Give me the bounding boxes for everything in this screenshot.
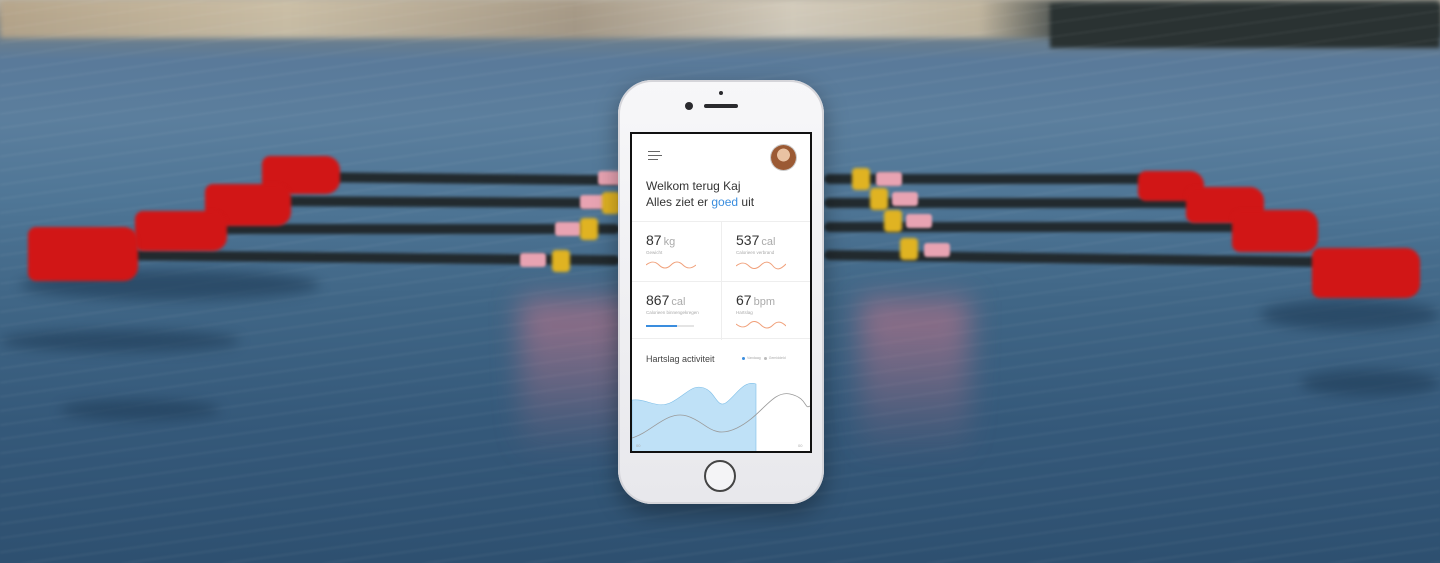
oar-collar	[555, 222, 581, 236]
calories-burned-sparkline	[736, 261, 786, 270]
activity-title: Hartslag activiteit	[646, 354, 715, 364]
stat-label: Hartslag	[736, 310, 753, 315]
oar-gate	[900, 238, 918, 260]
stat-card-heart-rate[interactable]: 67 bpm Hartslag	[721, 281, 810, 340]
ripple	[0, 330, 240, 352]
greeting-line-1: Welkom terug Kaj	[646, 179, 741, 193]
ripple	[60, 400, 220, 420]
oar-gate	[552, 250, 570, 272]
heart-rate-sparkline	[736, 321, 786, 329]
oar-gate	[852, 168, 870, 190]
chart-axis-start: 00	[636, 443, 641, 448]
greeting-prefix: Alles ziet er	[646, 195, 712, 209]
oar-blade	[28, 227, 138, 281]
weight-sparkline	[646, 261, 696, 269]
phone-speaker	[704, 104, 738, 108]
stat-value: 67 bpm	[736, 292, 775, 308]
stat-card-weight[interactable]: 87 kg Gewicht	[632, 222, 721, 281]
ripple	[1260, 300, 1440, 330]
oar-collar	[876, 172, 902, 186]
phone-sensor	[719, 91, 723, 95]
legend-average: Gemiddeld	[768, 356, 786, 360]
user-avatar[interactable]	[771, 145, 796, 170]
chart-legend: Vandaag Gemiddeld	[740, 356, 786, 360]
legend-dot-today	[742, 356, 745, 360]
oar-blade	[135, 211, 227, 251]
ripple	[1300, 370, 1440, 396]
hamburger-menu-icon[interactable]	[648, 151, 662, 161]
stats-grid: 87 kg Gewicht 537 cal Calorieen verbrand 8…	[632, 221, 810, 340]
oar-collar	[520, 253, 546, 267]
reflection	[860, 300, 970, 460]
oar-shaft	[249, 196, 621, 208]
stat-card-calories-intake[interactable]: 867 cal Calorieen binnengekregen	[632, 281, 721, 340]
stat-value: 87 kg	[646, 232, 676, 248]
home-button[interactable]	[704, 460, 736, 492]
calories-progress-fill	[646, 325, 678, 327]
oar-blade	[1312, 248, 1420, 298]
greeting-suffix: uit	[738, 195, 755, 209]
oar-gate	[580, 218, 598, 240]
chart-axis-end: 00	[798, 443, 803, 448]
oar-collar	[906, 214, 932, 228]
stat-value: 867 cal	[646, 292, 686, 308]
calories-progress-bar	[646, 325, 694, 327]
stat-card-calories-burned[interactable]: 537 cal Calorieen verbrand	[721, 222, 810, 281]
oar-collar	[892, 192, 918, 206]
legend-today: Vandaag	[747, 356, 761, 360]
welcome-message: Welkom terug Kaj Alles ziet er goed uit	[646, 178, 806, 210]
oar-gate	[870, 188, 888, 210]
stat-label: Calorieen verbrand	[736, 250, 775, 255]
app-screen: Welkom terug Kaj Alles ziet er goed uit …	[630, 132, 812, 453]
heart-rate-chart[interactable]	[632, 380, 810, 453]
greeting-line-2: Alles ziet er goed uit	[646, 194, 806, 210]
oar-collar	[924, 243, 950, 257]
phone-camera	[685, 102, 693, 110]
oar-gate	[884, 210, 902, 232]
app-header	[632, 134, 810, 172]
greeting-accent: goed	[711, 195, 739, 209]
stat-label: Calorieen binnengekregen	[646, 310, 699, 315]
phone-mockup: Welkom terug Kaj Alles ziet er goed uit …	[618, 80, 824, 504]
legend-dot-average	[763, 356, 767, 360]
stat-label: Gewicht	[646, 250, 663, 255]
stat-value: 537 cal	[736, 232, 776, 248]
reflection	[520, 300, 630, 460]
today-area	[632, 383, 757, 451]
oar-shaft	[824, 174, 1144, 184]
oar-blade	[1232, 210, 1318, 252]
